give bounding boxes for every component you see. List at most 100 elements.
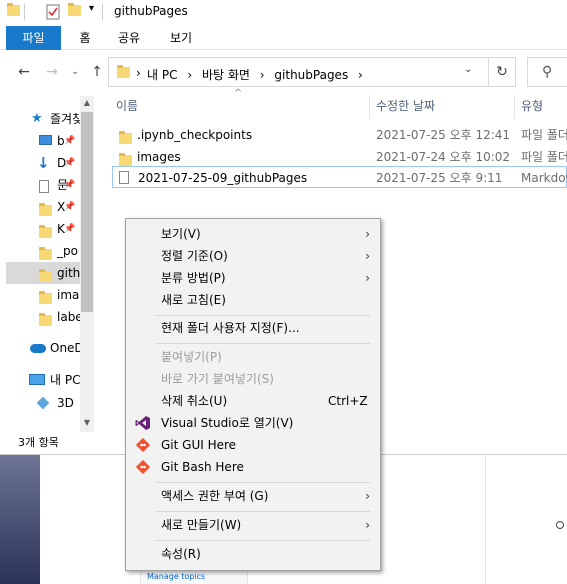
divider: [102, 4, 103, 20]
sidebar-item-githubpages[interactable]: githu: [6, 262, 80, 284]
file-modified: 2021-07-25 오후 9:11: [376, 171, 503, 185]
tab-view[interactable]: 보기: [164, 26, 198, 50]
scrollbar-thumb[interactable]: [81, 112, 93, 312]
menu-item-give-access[interactable]: 액세스 권한 부여 (G) ›: [126, 485, 380, 507]
search-input[interactable]: ⚲: [527, 57, 567, 87]
menu-item-label: 속성(R): [161, 547, 201, 561]
menu-item-label: 바로 가기 붙여넣기(S): [161, 372, 274, 386]
menu-item-group-by[interactable]: 분류 방법(P) ›: [126, 267, 380, 289]
column-header-type[interactable]: 유형: [521, 95, 543, 117]
menu-shortcut: Ctrl+Z: [328, 394, 368, 408]
nav-scrollbar[interactable]: ▲ ▼: [80, 96, 94, 432]
properties-icon[interactable]: [46, 4, 60, 23]
menu-item-open-visual-studio[interactable]: Visual Studio로 열기(V): [126, 412, 380, 434]
file-type: 파일 폴더: [521, 128, 567, 142]
menu-item-paste-shortcut[interactable]: 바로 가기 붙여넣기(S): [126, 368, 380, 390]
menu-item-paste[interactable]: 붙여넣기(P): [126, 346, 380, 368]
menu-item-git-bash[interactable]: Git Bash Here: [126, 456, 380, 478]
tab-home[interactable]: 홈: [70, 26, 100, 50]
sidebar-item-label: _po: [57, 244, 78, 258]
sidebar-item-images[interactable]: ima: [0, 284, 80, 306]
up-button[interactable]: ↑: [88, 62, 106, 82]
menu-item-view[interactable]: 보기(V) ›: [126, 223, 380, 245]
sidebar-item-desktop[interactable]: b 📌: [0, 130, 80, 152]
window-title: githubPages: [114, 4, 188, 18]
refresh-button[interactable]: ↻: [488, 57, 516, 87]
file-modified: 2021-07-25 오후 12:41: [376, 128, 511, 142]
forward-button[interactable]: →: [43, 62, 61, 82]
pc-icon: [29, 374, 45, 385]
sidebar-item-labels[interactable]: labe: [0, 306, 80, 328]
address-bar[interactable]: › 내 PC › 바탕 화면 › githubPages ›: [108, 57, 516, 87]
pin-icon: 📌: [64, 202, 76, 212]
menu-item-refresh[interactable]: 새로 고침(E): [126, 289, 380, 311]
folder-icon: [39, 311, 52, 328]
divider: [24, 4, 25, 20]
folder-icon: [39, 201, 52, 218]
crumb-githubpages[interactable]: githubPages: [274, 68, 348, 82]
tab-file[interactable]: 파일: [6, 26, 61, 50]
sidebar-item-this-pc[interactable]: 내 PC: [0, 369, 80, 391]
sidebar-item-posts[interactable]: _po: [0, 240, 80, 262]
submenu-arrow-icon: ›: [365, 518, 370, 532]
menu-item-new[interactable]: 새로 만들기(W) ›: [126, 514, 380, 536]
pin-icon: 📌: [64, 224, 76, 234]
menu-item-label: 현재 폴더 사용자 지정(F)...: [161, 321, 300, 335]
sidebar-item-quick-access[interactable]: ★ 즐겨찾기: [0, 108, 80, 130]
folder-icon: [39, 267, 52, 284]
sidebar-item-label: 즐겨찾기: [50, 112, 80, 126]
sidebar-item-3d-objects[interactable]: 3D: [0, 392, 80, 414]
crumb-my-pc[interactable]: 내 PC: [147, 68, 177, 82]
breadcrumb: 내 PC › 바탕 화면 › githubPages ›: [147, 66, 369, 83]
menu-item-label: Git GUI Here: [161, 438, 237, 452]
new-folder-icon[interactable]: [68, 3, 81, 19]
pin-icon: 📌: [64, 136, 76, 146]
menu-item-sort-by[interactable]: 정렬 기준(O) ›: [126, 245, 380, 267]
ribbon-tabs: 파일 홈 공유 보기: [0, 26, 567, 50]
column-header-modified[interactable]: 수정한 날짜: [376, 95, 435, 117]
menu-item-customize-folder[interactable]: 현재 폴더 사용자 지정(F)...: [126, 317, 380, 339]
sidebar-item-downloads[interactable]: ↓ D 📌: [0, 152, 80, 174]
sidebar-item-folder-x[interactable]: X 📌: [0, 196, 80, 218]
menu-separator: [156, 315, 370, 316]
submenu-arrow-icon: ›: [365, 249, 370, 263]
sidebar-item-label: githu: [57, 266, 80, 280]
manage-topics-link[interactable]: Manage topics: [147, 572, 205, 581]
download-icon: ↓: [37, 154, 50, 172]
pin-icon: 📌: [64, 180, 76, 190]
file-name: 2021-07-25-09_githubPages: [138, 171, 308, 185]
crumb-separator: ›: [136, 66, 141, 80]
scroll-down-icon[interactable]: ▼: [80, 416, 94, 430]
menu-item-label: Git Bash Here: [161, 460, 244, 474]
sidebar-item-documents[interactable]: 문 📌: [0, 174, 80, 196]
document-icon: [39, 179, 49, 196]
crumb-separator: ›: [187, 68, 193, 82]
submenu-arrow-icon: ›: [365, 489, 370, 503]
star-icon: ★: [31, 111, 43, 126]
sidebar-item-folder-k[interactable]: K 📌: [0, 218, 80, 240]
recent-locations-button[interactable]: ⌄: [66, 62, 84, 82]
menu-item-undo-delete[interactable]: 삭제 취소(U) Ctrl+Z: [126, 390, 380, 412]
file-row[interactable]: images 2021-07-24 오후 10:02 파일 폴더: [112, 146, 567, 168]
tab-share[interactable]: 공유: [112, 26, 146, 50]
file-type: 파일 폴더: [521, 150, 567, 164]
back-button[interactable]: ←: [15, 62, 33, 82]
column-divider[interactable]: [514, 95, 515, 119]
sidebar-item-label: 3D: [57, 396, 74, 410]
git-icon: [135, 437, 151, 453]
column-header-name[interactable]: 이름: [116, 95, 138, 117]
file-row[interactable]: .ipynb_checkpoints 2021-07-25 오후 12:41 파…: [112, 124, 567, 146]
sidebar-item-label: 내 PC: [50, 373, 80, 387]
column-divider[interactable]: [369, 95, 370, 119]
scroll-up-icon[interactable]: ▲: [80, 96, 94, 110]
sidebar-item-onedrive[interactable]: OneD: [0, 337, 80, 359]
crumb-desktop[interactable]: 바탕 화면: [202, 68, 250, 82]
menu-item-properties[interactable]: 속성(R): [126, 543, 380, 565]
folder-icon: [39, 245, 52, 262]
menu-separator: [156, 343, 370, 344]
address-dropdown-icon[interactable]: ⌄: [464, 64, 472, 75]
file-row[interactable]: 2021-07-25-09_githubPages 2021-07-25 오후 …: [112, 166, 567, 188]
menu-item-git-gui[interactable]: Git GUI Here: [126, 434, 380, 456]
desktop-icon: [39, 135, 52, 145]
customize-quick-access-icon[interactable]: ▾: [89, 3, 94, 14]
